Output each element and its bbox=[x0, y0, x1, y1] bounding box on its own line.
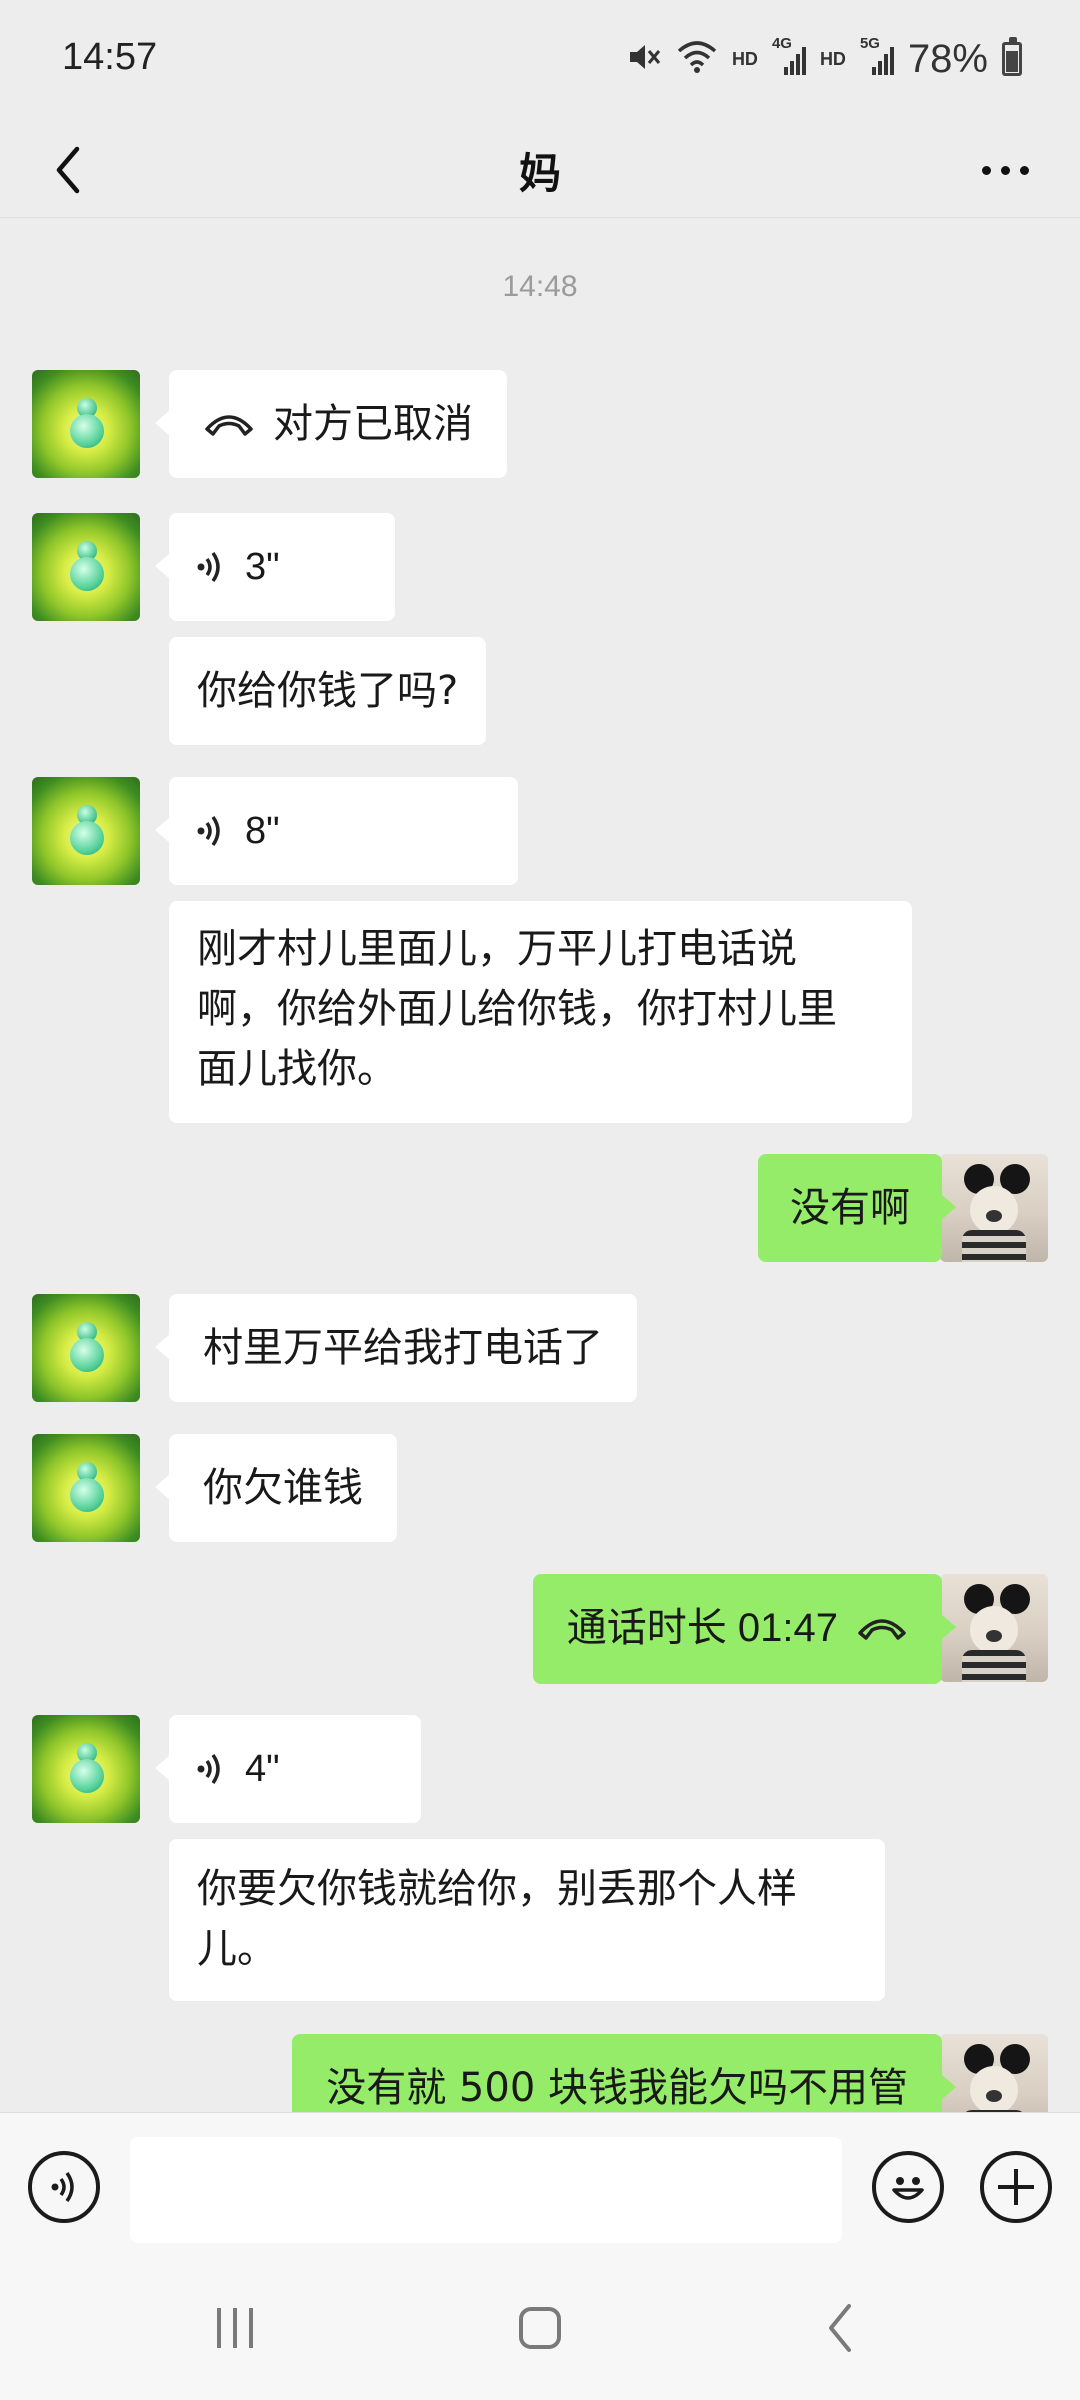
my-avatar[interactable] bbox=[940, 1154, 1048, 1262]
message-text: 你给你钱了吗? bbox=[197, 668, 459, 714]
message-bubble[interactable]: 你给你钱了吗? bbox=[169, 637, 487, 745]
emoji-button[interactable] bbox=[872, 2151, 944, 2223]
call-status-text: 对方已取消 bbox=[273, 401, 473, 447]
system-navigation-bar bbox=[0, 2258, 1080, 2400]
voice-wave-icon bbox=[51, 2171, 74, 2203]
system-back-icon bbox=[829, 2304, 851, 2352]
more-options-button[interactable] bbox=[970, 140, 1040, 200]
message-text-line: 刚才村儿里面儿，万平儿打电话说 bbox=[197, 926, 797, 972]
wifi-icon bbox=[676, 39, 718, 79]
status-time: 14:57 bbox=[62, 36, 158, 78]
chat-message-list[interactable]: 14:48 对方已取消 3" 你给你钱了吗? 8" 刚才村儿里面儿，万平儿打电话… bbox=[0, 218, 1080, 2112]
message-text: 村里万平给我打电话了 bbox=[203, 1325, 603, 1371]
message-input[interactable] bbox=[130, 2137, 842, 2243]
voice-duration: 8" bbox=[245, 810, 280, 852]
recent-apps-icon bbox=[217, 2308, 221, 2348]
voice-duration: 4" bbox=[245, 1748, 280, 1790]
message-text: 你欠谁钱 bbox=[203, 1465, 363, 1511]
phone-hangup-icon bbox=[858, 1619, 906, 1640]
message-text-line: 啊，你给外面儿给你钱，你打村儿里 bbox=[197, 986, 837, 1032]
home-button[interactable] bbox=[510, 2298, 570, 2358]
my-message-bubble[interactable]: 没有啊 bbox=[758, 1154, 956, 1262]
contact-avatar[interactable] bbox=[32, 513, 140, 621]
emoji-icon bbox=[892, 2177, 924, 2200]
message-text: 没有啊 bbox=[790, 1185, 910, 1231]
contact-avatar[interactable] bbox=[32, 1715, 140, 1823]
phone-hangup-icon bbox=[205, 415, 253, 436]
voice-wave-icon bbox=[197, 815, 220, 847]
message-bubble[interactable]: 村里万平给我打电话了 bbox=[155, 1294, 637, 1402]
voice-wave-icon bbox=[197, 1753, 220, 1785]
call-duration-text: 通话时长 01:47 bbox=[566, 1606, 838, 1650]
contact-avatar[interactable] bbox=[32, 1294, 140, 1402]
more-functions-button[interactable] bbox=[980, 2151, 1052, 2223]
status-icons: HD 4G HD 5G 78% bbox=[626, 34, 1022, 84]
my-call-record-bubble[interactable]: 通话时长 01:47 bbox=[532, 1574, 957, 1684]
message-bubble[interactable]: 你要欠你钱就给你，别丢那个人样 儿。 bbox=[169, 1839, 885, 2001]
chat-timestamp: 14:48 bbox=[502, 270, 578, 303]
hd-label-2: HD bbox=[819, 48, 846, 69]
message-text-line: 面儿找你。 bbox=[197, 1046, 397, 1092]
battery-percent: 78% bbox=[907, 36, 988, 81]
message-text: 没有就 500 块钱我能欠吗不用管 bbox=[326, 2065, 908, 2111]
battery-icon bbox=[1002, 37, 1022, 76]
voice-message-bubble[interactable]: 3" bbox=[155, 513, 395, 621]
home-icon bbox=[519, 2307, 561, 2349]
voice-wave-icon bbox=[197, 551, 220, 583]
chat-input-bar bbox=[0, 2112, 1080, 2258]
my-avatar[interactable] bbox=[940, 2034, 1048, 2112]
contact-avatar[interactable] bbox=[32, 1434, 140, 1542]
voice-message-bubble[interactable]: 4" bbox=[155, 1715, 421, 1823]
message-bubble[interactable]: 刚才村儿里面儿，万平儿打电话说 啊，你给外面儿给你钱，你打村儿里 面儿找你。 bbox=[169, 901, 912, 1123]
message-text-line: 儿。 bbox=[197, 1926, 277, 1972]
system-back-button[interactable] bbox=[810, 2298, 870, 2358]
plus-icon bbox=[998, 2169, 1034, 2205]
voice-duration: 3" bbox=[245, 546, 280, 588]
voice-input-toggle[interactable] bbox=[28, 2151, 100, 2223]
call-record-bubble[interactable]: 对方已取消 bbox=[155, 370, 507, 478]
signal-4g-icon: 4G bbox=[772, 35, 806, 77]
more-dots-icon bbox=[981, 165, 991, 175]
voice-message-bubble[interactable]: 8" bbox=[155, 777, 518, 885]
chat-header: 妈 bbox=[0, 120, 1080, 218]
my-message-bubble[interactable]: 没有就 500 块钱我能欠吗不用管 bbox=[292, 2034, 956, 2112]
contact-avatar[interactable] bbox=[32, 777, 140, 885]
signal-5g-icon: 5G bbox=[860, 35, 894, 77]
mute-icon bbox=[626, 39, 662, 79]
recent-apps-button[interactable] bbox=[205, 2298, 265, 2358]
message-text-line: 你要欠你钱就给你，别丢那个人样 bbox=[197, 1866, 797, 1912]
chat-title: 妈 bbox=[518, 149, 561, 198]
my-avatar[interactable] bbox=[940, 1574, 1048, 1682]
contact-avatar[interactable] bbox=[32, 370, 140, 478]
status-bar: 14:57 HD 4G HD 5G 78% bbox=[0, 0, 1080, 120]
message-bubble[interactable]: 你欠谁钱 bbox=[155, 1434, 397, 1542]
hd-label-1: HD bbox=[731, 48, 758, 69]
